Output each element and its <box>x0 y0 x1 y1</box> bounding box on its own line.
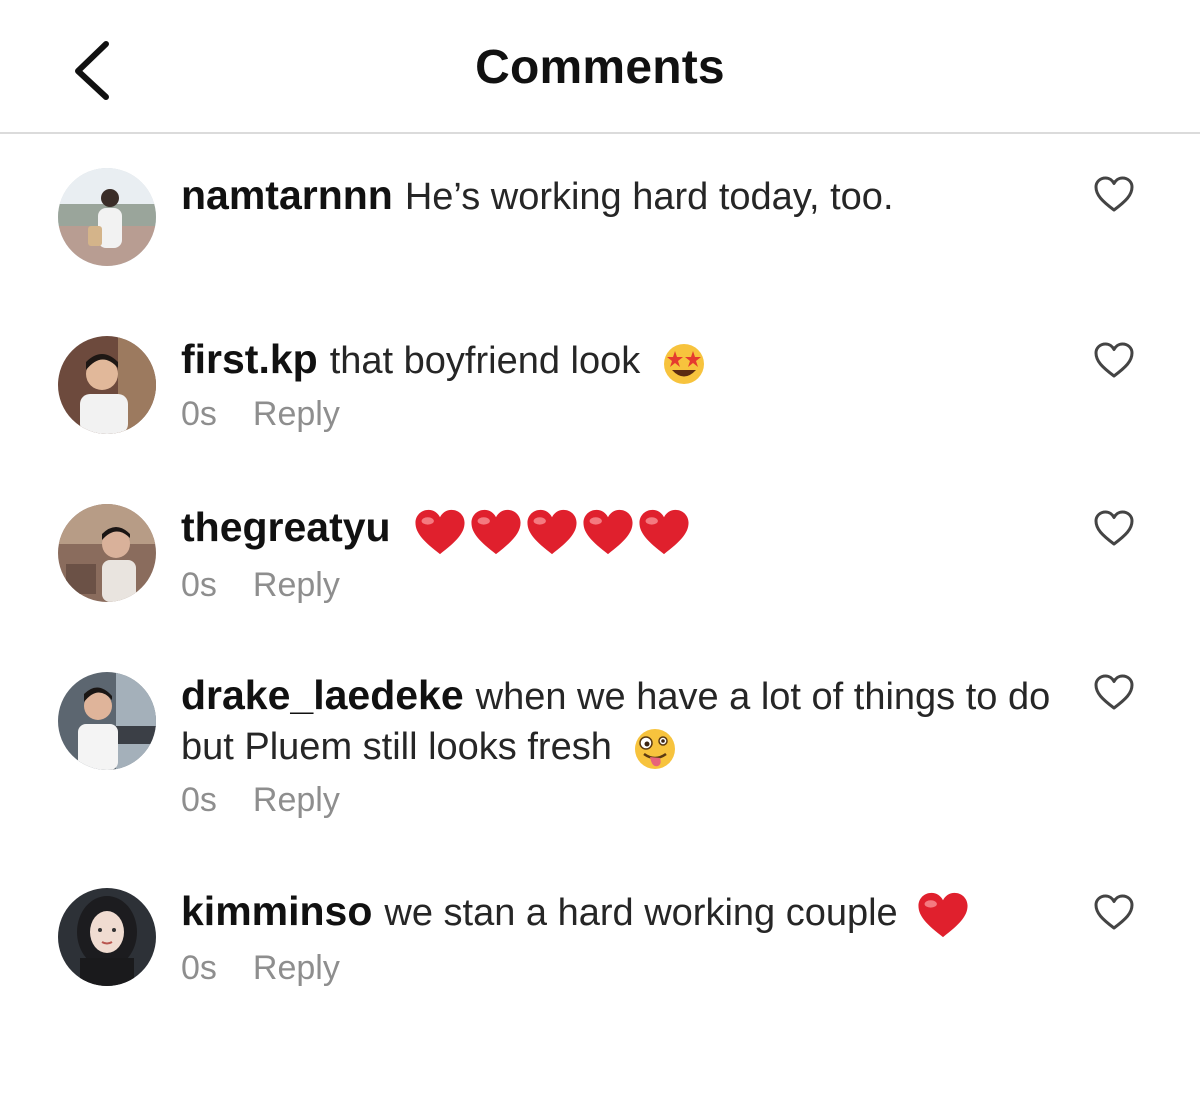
avatar[interactable] <box>58 888 156 986</box>
comment-username[interactable]: kimminso <box>181 888 372 934</box>
comment-text: we stan a hard working couple <box>384 892 898 934</box>
reply-button[interactable]: Reply <box>253 781 340 819</box>
avatar-photo <box>58 504 156 602</box>
heart-outline-icon <box>1094 342 1134 378</box>
comment-username[interactable]: thegreatyu <box>181 504 391 550</box>
comment-text: He’s working hard today, too. <box>404 176 894 218</box>
comment-username[interactable]: first.kp <box>181 336 318 382</box>
comment-item: drake_laedeke when we have a lot of thing… <box>0 672 1200 842</box>
comment-meta: 0s Reply <box>181 778 1096 822</box>
comment-username[interactable]: drake_laedeke <box>181 672 464 718</box>
heart-outline-icon <box>1094 674 1134 710</box>
page-title: Comments <box>475 41 725 94</box>
red-heart-emoji <box>415 509 465 555</box>
comment-text-line: namtarnnn He’s working hard today, too. <box>181 170 1096 222</box>
reply-button[interactable]: Reply <box>253 949 340 987</box>
comment-meta: 0s Reply <box>181 563 1096 607</box>
comment-text-line: first.kp that boyfriend look <box>181 334 1096 386</box>
comment-meta: 0s Reply <box>181 392 1096 436</box>
like-button[interactable] <box>1092 174 1136 214</box>
comment-time: 0s <box>181 948 217 987</box>
red-heart-emoji <box>918 892 968 938</box>
comment-meta: 0s Reply <box>181 946 1096 990</box>
comment-body: first.kp that boyfriend look 0s Reply <box>181 334 1096 436</box>
comment-item: first.kp that boyfriend look 0s Reply <box>0 336 1200 456</box>
avatar[interactable] <box>58 336 156 434</box>
header-bar: Comments <box>0 0 1200 134</box>
heart-outline-icon <box>1094 894 1134 930</box>
like-button[interactable] <box>1092 672 1136 712</box>
comment-time: 0s <box>181 565 217 604</box>
comment-text-line: drake_laedeke when we have a lot of thing… <box>181 670 1096 772</box>
heart-outline-icon <box>1094 510 1134 546</box>
red-heart-emoji <box>639 509 689 555</box>
heart-outline-icon <box>1094 176 1134 212</box>
comment-text: that boyfriend look <box>329 340 641 382</box>
zany-face-emoji <box>635 728 676 769</box>
avatar[interactable] <box>58 168 156 266</box>
comment-username[interactable]: namtarnnn <box>181 172 393 218</box>
comment-body: thegreatyu 0s Reply <box>181 502 1096 607</box>
comment-text-line: thegreatyu <box>181 502 1096 557</box>
comment-time: 0s <box>181 395 217 433</box>
reply-button[interactable]: Reply <box>253 395 340 433</box>
like-button[interactable] <box>1092 340 1136 380</box>
comment-item: namtarnnn He’s working hard today, too. <box>0 168 1200 288</box>
heart-emoji-group <box>413 505 693 557</box>
red-heart-emoji <box>527 509 577 555</box>
red-heart-emoji <box>583 509 633 555</box>
comment-body: namtarnnn He’s working hard today, too. <box>181 170 1096 222</box>
comment-text-line: kimminso we stan a hard working couple <box>181 886 1096 940</box>
avatar-photo <box>58 888 156 986</box>
like-button[interactable] <box>1092 892 1136 932</box>
red-heart-emoji <box>471 509 521 555</box>
avatar-photo <box>58 672 156 770</box>
comment-body: kimminso we stan a hard working couple 0s… <box>181 886 1096 990</box>
avatar[interactable] <box>58 672 156 770</box>
comment-time: 0s <box>181 781 217 819</box>
comment-body: drake_laedeke when we have a lot of thing… <box>181 670 1096 822</box>
avatar[interactable] <box>58 504 156 602</box>
avatar-photo <box>58 168 156 266</box>
comment-item: kimminso we stan a hard working couple 0s… <box>0 888 1200 1008</box>
like-button[interactable] <box>1092 508 1136 548</box>
reply-button[interactable]: Reply <box>253 566 340 604</box>
avatar-photo <box>58 336 156 434</box>
comment-item: thegreatyu 0s Reply <box>0 504 1200 624</box>
star-struck-emoji <box>663 343 704 384</box>
